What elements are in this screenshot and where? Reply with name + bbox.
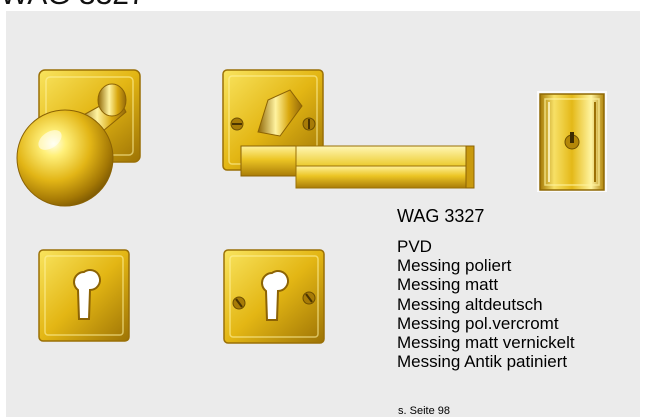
finish-item: Messing altdeutsch	[397, 294, 543, 314]
knob-rose-image	[16, 69, 141, 207]
escutcheon-screws-image	[223, 249, 325, 344]
finish-item: PVD	[397, 237, 432, 256]
model-number: WAG 3327	[397, 206, 485, 226]
backplate-image	[537, 91, 607, 192]
finish-item: Messing matt	[397, 275, 499, 295]
page-reference: s. Seite 98	[398, 405, 450, 417]
finish-list: PVD Messing poliert Messing matt Messing…	[397, 237, 575, 371]
finish-item: Messing Antik patiniert	[397, 352, 568, 372]
finish-item: Messing poliert	[397, 256, 512, 276]
escutcheon-image	[38, 249, 130, 342]
finish-item: Messing pol.vercromt	[397, 313, 559, 333]
lever-handle-image	[222, 69, 475, 189]
finish-item: Messing matt vernickelt	[397, 333, 575, 353]
catalog-page: WAG 3327 PVD Messing poliert Messing mat…	[0, 0, 645, 417]
